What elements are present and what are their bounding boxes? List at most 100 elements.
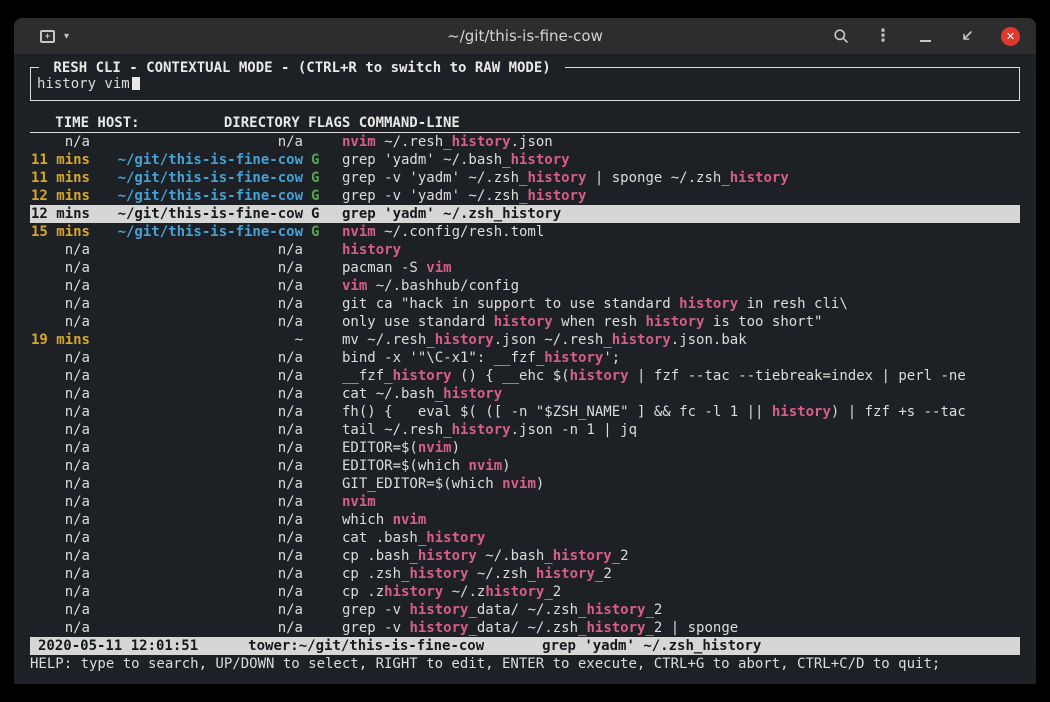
tab-dropdown-icon[interactable]: ▾ xyxy=(64,31,69,42)
row-flags xyxy=(311,241,327,259)
table-row[interactable]: n/an/acp .zsh_history ~/.zsh_history_2 xyxy=(30,565,1020,583)
row-time: 19 mins xyxy=(30,331,90,349)
row-time: n/a xyxy=(30,565,90,583)
table-row[interactable]: n/an/acp .bash_history ~/.bash_history_2 xyxy=(30,547,1020,565)
row-time: n/a xyxy=(30,241,90,259)
minimize-button[interactable] xyxy=(917,28,933,44)
row-time: n/a xyxy=(30,367,90,385)
row-time: n/a xyxy=(30,385,90,403)
row-flags: G xyxy=(311,223,327,241)
table-row[interactable]: n/an/apacman -S vim xyxy=(30,259,1020,277)
row-directory: n/a xyxy=(98,295,303,313)
row-command: grep 'yadm' ~/.bash_history xyxy=(342,151,1020,169)
row-time: 11 mins xyxy=(30,151,90,169)
row-command: cp .zhistory ~/.zhistory_2 xyxy=(342,583,1020,601)
row-directory: n/a xyxy=(98,511,303,529)
row-flags xyxy=(311,277,327,295)
table-row[interactable]: 15 mins~/git/this-is-fine-cowGnvim ~/.co… xyxy=(30,223,1020,241)
row-time: n/a xyxy=(30,583,90,601)
row-directory: n/a xyxy=(98,133,303,151)
row-command: mv ~/.resh_history.json ~/.resh_history.… xyxy=(342,331,1020,349)
terminal-content: RESH CLI - CONTEXTUAL MODE - (CTRL+R to … xyxy=(14,54,1036,684)
row-command: grep -v history_data/ ~/.zsh_history_2 xyxy=(342,601,1020,619)
row-command: EDITOR=$(which nvim) xyxy=(342,457,1020,475)
row-flags xyxy=(311,529,327,547)
row-directory: n/a xyxy=(98,619,303,637)
table-row[interactable]: n/an/a__fzf_history () { __ehc $(history… xyxy=(30,367,1020,385)
row-flags xyxy=(311,295,327,313)
row-command: fh() { eval $( ([ -n "$ZSH_NAME" ] && fc… xyxy=(342,403,1020,421)
search-icon[interactable] xyxy=(833,28,849,44)
row-flags xyxy=(311,313,327,331)
row-time: n/a xyxy=(30,601,90,619)
window-controls: ⋮ ✕ xyxy=(833,27,1020,46)
row-command: __fzf_history () { __ehc $(history | fzf… xyxy=(342,367,1020,385)
row-command: nvim ~/.resh_history.json xyxy=(342,133,1020,151)
row-flags: G xyxy=(311,151,327,169)
row-command: EDITOR=$(nvim) xyxy=(342,439,1020,457)
row-directory: n/a xyxy=(98,385,303,403)
search-box: RESH CLI - CONTEXTUAL MODE - (CTRL+R to … xyxy=(30,67,1020,101)
row-flags xyxy=(311,475,327,493)
table-row[interactable]: 19 mins~mv ~/.resh_history.json ~/.resh_… xyxy=(30,331,1020,349)
table-row[interactable]: n/an/aEDITOR=$(nvim) xyxy=(30,439,1020,457)
table-row[interactable]: n/an/atail ~/.resh_history.json -n 1 | j… xyxy=(30,421,1020,439)
new-tab-button[interactable]: + xyxy=(40,30,55,43)
row-flags xyxy=(311,439,327,457)
row-directory: n/a xyxy=(98,493,303,511)
status-command: grep 'yadm' ~/.zsh_history xyxy=(542,637,761,655)
menu-icon[interactable]: ⋮ xyxy=(875,28,891,44)
table-row[interactable]: n/an/acat ~/.bash_history xyxy=(30,385,1020,403)
table-row[interactable]: n/an/ahistory xyxy=(30,241,1020,259)
table-row[interactable]: n/an/aonly use standard history when res… xyxy=(30,313,1020,331)
row-flags xyxy=(311,421,327,439)
titlebar[interactable]: + ▾ ~/git/this-is-fine-cow ⋮ xyxy=(14,18,1036,54)
table-row[interactable]: n/an/abind -x '"\C-x1": __fzf_history'; xyxy=(30,349,1020,367)
row-command: git ca "hack in support to use standard … xyxy=(342,295,1020,313)
table-row[interactable]: n/a n/a nvim ~/.resh_history.json xyxy=(30,133,1020,151)
row-command: history xyxy=(342,241,1020,259)
row-flags xyxy=(311,565,327,583)
status-bar: 2020-05-11 12:01:51 tower:~/git/this-is-… xyxy=(30,637,1020,655)
row-time: n/a xyxy=(30,619,90,637)
desktop-background: + ▾ ~/git/this-is-fine-cow ⋮ xyxy=(0,0,1050,702)
minimize-icon xyxy=(920,40,931,42)
window-title: ~/git/this-is-fine-cow xyxy=(447,27,603,45)
close-button[interactable]: ✕ xyxy=(1001,27,1020,46)
table-row[interactable]: 11 mins~/git/this-is-fine-cowGgrep 'yadm… xyxy=(30,151,1020,169)
table-row[interactable]: n/an/acat .bash_history xyxy=(30,529,1020,547)
table-row[interactable]: n/an/afh() { eval $( ([ -n "$ZSH_NAME" ]… xyxy=(30,403,1020,421)
row-time: n/a xyxy=(30,259,90,277)
table-row[interactable]: n/a n/a grep -v history_data/ ~/.zsh_histo… xyxy=(30,619,1020,637)
table-row[interactable]: n/an/agrep -v history_data/ ~/.zsh_histo… xyxy=(30,601,1020,619)
table-row[interactable]: n/an/aGIT_EDITOR=$(which nvim) xyxy=(30,475,1020,493)
row-time: n/a xyxy=(30,133,90,151)
table-row[interactable]: n/an/avim ~/.bashhub/config xyxy=(30,277,1020,295)
row-command: nvim xyxy=(342,493,1020,511)
table-row[interactable]: n/an/anvim xyxy=(30,493,1020,511)
row-time: n/a xyxy=(30,547,90,565)
row-flags: G xyxy=(311,205,327,223)
table-row[interactable]: n/an/agit ca "hack in support to use sta… xyxy=(30,295,1020,313)
table-row[interactable]: 12 mins~/git/this-is-fine-cowGgrep -v 'y… xyxy=(30,187,1020,205)
search-query: history vim xyxy=(37,76,130,92)
row-directory: ~/git/this-is-fine-cow xyxy=(98,205,303,223)
row-directory: ~/git/this-is-fine-cow xyxy=(98,223,303,241)
table-row[interactable]: n/an/aEDITOR=$(which nvim) xyxy=(30,457,1020,475)
table-row[interactable]: 12 mins~/git/this-is-fine-cowGgrep 'yadm… xyxy=(30,205,1020,223)
table-row[interactable]: 11 mins~/git/this-is-fine-cowGgrep -v 'y… xyxy=(30,169,1020,187)
row-flags xyxy=(311,385,327,403)
row-directory: ~/git/this-is-fine-cow xyxy=(98,169,303,187)
row-command: grep -v 'yadm' ~/.zsh_history xyxy=(342,187,1020,205)
row-command: grep -v history_data/ ~/.zsh_history_2 |… xyxy=(342,619,1020,637)
row-time: 11 mins xyxy=(30,169,90,187)
table-row[interactable]: n/an/awhich nvim xyxy=(30,511,1020,529)
row-directory: n/a xyxy=(98,583,303,601)
row-command: pacman -S vim xyxy=(342,259,1020,277)
row-directory: n/a xyxy=(98,313,303,331)
table-row[interactable]: n/a n/a cp .zhistory ~/.zhistory_2 xyxy=(30,583,1020,601)
row-flags xyxy=(311,511,327,529)
row-time: n/a xyxy=(30,277,90,295)
history-rows: n/an/anvim ~/.resh_history.json11 mins~/… xyxy=(30,133,1020,637)
restore-button[interactable] xyxy=(959,28,975,44)
